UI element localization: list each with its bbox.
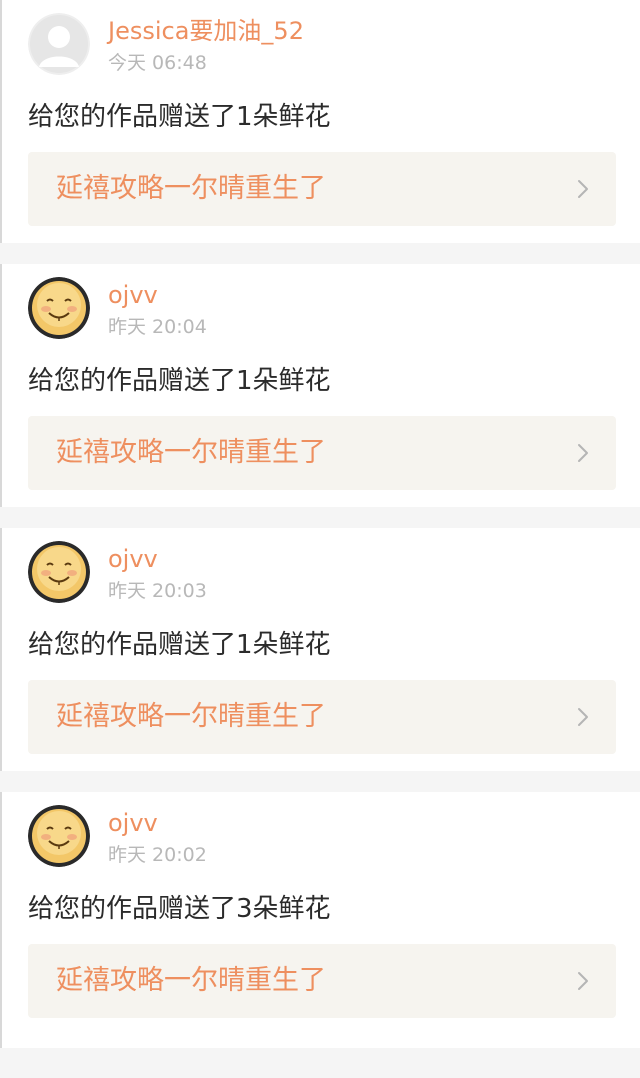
timestamp: 昨天 20:03 bbox=[108, 580, 207, 602]
chevron-right-icon bbox=[576, 179, 590, 199]
smiley-avatar-icon bbox=[28, 805, 90, 867]
timestamp: 今天 06:48 bbox=[108, 52, 207, 74]
work-link-button[interactable]: 延禧攻略一尔晴重生了 bbox=[28, 944, 616, 1018]
default-avatar-icon bbox=[28, 13, 90, 75]
avatar[interactable] bbox=[28, 13, 90, 75]
gift-message: 给您的作品赠送了1朵鲜花 bbox=[28, 630, 331, 660]
username-link[interactable]: ojvv bbox=[108, 544, 158, 574]
chevron-right-icon bbox=[576, 971, 590, 991]
gift-message: 给您的作品赠送了1朵鲜花 bbox=[28, 102, 331, 132]
notification-card: ojvv 昨天 20:03 给您的作品赠送了1朵鲜花 延禧攻略一尔晴重生了 bbox=[0, 528, 640, 771]
username-link[interactable]: ojvv bbox=[108, 280, 158, 310]
timestamp: 昨天 20:02 bbox=[108, 844, 207, 866]
username-link[interactable]: Jessica要加油_52 bbox=[108, 16, 304, 46]
work-link-button[interactable]: 延禧攻略一尔晴重生了 bbox=[28, 152, 616, 226]
notification-card: ojvv 昨天 20:04 给您的作品赠送了1朵鲜花 延禧攻略一尔晴重生了 bbox=[0, 264, 640, 507]
avatar[interactable] bbox=[28, 277, 90, 339]
work-title: 延禧攻略一尔晴重生了 bbox=[56, 701, 326, 732]
notification-card: Jessica要加油_52 今天 06:48 给您的作品赠送了1朵鲜花 延禧攻略… bbox=[0, 0, 640, 243]
avatar[interactable] bbox=[28, 541, 90, 603]
chevron-right-icon bbox=[576, 443, 590, 463]
smiley-avatar-icon bbox=[28, 277, 90, 339]
work-title: 延禧攻略一尔晴重生了 bbox=[56, 965, 326, 996]
avatar[interactable] bbox=[28, 805, 90, 867]
chevron-right-icon bbox=[576, 707, 590, 727]
work-title: 延禧攻略一尔晴重生了 bbox=[56, 173, 326, 204]
smiley-avatar-icon bbox=[28, 541, 90, 603]
gift-message: 给您的作品赠送了1朵鲜花 bbox=[28, 366, 331, 396]
notification-card: ojvv 昨天 20:02 给您的作品赠送了3朵鲜花 延禧攻略一尔晴重生了 bbox=[0, 792, 640, 1048]
timestamp: 昨天 20:04 bbox=[108, 316, 207, 338]
work-link-button[interactable]: 延禧攻略一尔晴重生了 bbox=[28, 680, 616, 754]
username-link[interactable]: ojvv bbox=[108, 808, 158, 838]
gift-notification-list: Jessica要加油_52 今天 06:48 给您的作品赠送了1朵鲜花 延禧攻略… bbox=[0, 0, 640, 1048]
work-link-button[interactable]: 延禧攻略一尔晴重生了 bbox=[28, 416, 616, 490]
gift-message: 给您的作品赠送了3朵鲜花 bbox=[28, 894, 331, 924]
work-title: 延禧攻略一尔晴重生了 bbox=[56, 437, 326, 468]
